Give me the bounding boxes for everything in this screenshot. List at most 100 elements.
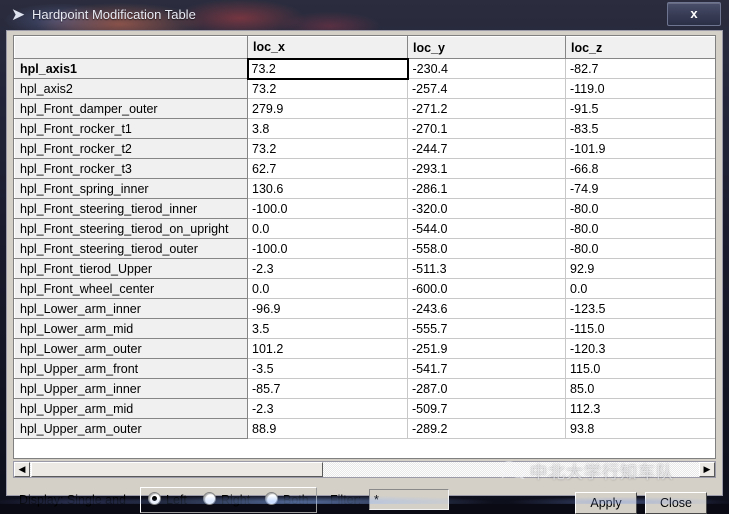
apply-button[interactable]: Apply bbox=[575, 492, 637, 514]
cell-loc-z[interactable]: -66.8 bbox=[565, 158, 715, 179]
cell-loc-x[interactable]: -96.9 bbox=[247, 298, 408, 319]
cell-loc-z[interactable]: -83.5 bbox=[565, 118, 715, 139]
cell-loc-z[interactable]: 115.0 bbox=[565, 358, 715, 379]
cell-loc-y[interactable]: -544.0 bbox=[407, 218, 566, 239]
cell-loc-x[interactable]: -2.3 bbox=[247, 258, 408, 279]
radio-option-right[interactable]: Right bbox=[203, 492, 250, 509]
cell-loc-x[interactable]: -100.0 bbox=[247, 198, 408, 219]
cell-loc-y[interactable]: -244.7 bbox=[407, 138, 566, 159]
row-name-cell[interactable]: hpl_Front_tierod_Upper bbox=[14, 258, 248, 279]
cell-loc-y[interactable]: -270.1 bbox=[407, 118, 566, 139]
cell-loc-x[interactable]: -3.5 bbox=[247, 358, 408, 379]
cell-loc-y[interactable]: -257.4 bbox=[407, 78, 566, 99]
table-row[interactable]: hpl_Upper_arm_front -3.5 -541.7 115.0 bbox=[14, 358, 715, 379]
row-name-cell[interactable]: hpl_Upper_arm_mid bbox=[14, 398, 248, 419]
cell-loc-z[interactable]: 0.0 bbox=[565, 278, 715, 299]
filter-input[interactable] bbox=[369, 489, 449, 510]
table-row[interactable]: hpl_Front_rocker_t1 3.8 -270.1 -83.5 bbox=[14, 118, 715, 139]
row-name-cell[interactable]: hpl_Front_steering_tierod_outer bbox=[14, 238, 248, 259]
cell-loc-x[interactable]: 0.0 bbox=[247, 278, 408, 299]
cell-loc-y[interactable]: -558.0 bbox=[407, 238, 566, 259]
table-row[interactable]: hpl_Front_wheel_center 0.0 -600.0 0.0 bbox=[14, 278, 715, 299]
cell-loc-z[interactable]: -115.0 bbox=[565, 318, 715, 339]
scroll-left-arrow-icon[interactable]: ◀ bbox=[14, 462, 30, 477]
table-row[interactable]: hpl_Front_steering_tierod_on_upright 0.0-… bbox=[14, 218, 715, 239]
cell-loc-y[interactable]: -230.4 bbox=[407, 58, 566, 79]
table-row[interactable]: hpl_Upper_arm_inner -85.7 -287.0 85.0 bbox=[14, 378, 715, 399]
cell-loc-x[interactable]: 130.6 bbox=[247, 178, 408, 199]
row-name-cell[interactable]: hpl_Front_damper_outer bbox=[14, 98, 248, 119]
cell-loc-y[interactable]: -287.0 bbox=[407, 378, 566, 399]
table-row[interactable]: hpl_Front_rocker_t2 73.2 -244.7 -101.9 bbox=[14, 138, 715, 159]
table-row[interactable]: hpl_Front_steering_tierod_outer -100.0 -55… bbox=[14, 238, 715, 259]
cell-loc-z[interactable]: -91.5 bbox=[565, 98, 715, 119]
cell-loc-y[interactable]: -555.7 bbox=[407, 318, 566, 339]
cell-loc-y[interactable]: -271.2 bbox=[407, 98, 566, 119]
table-row[interactable]: hpl_Upper_arm_outer 88.9 -289.2 93.8 bbox=[14, 418, 715, 439]
cell-loc-x[interactable]: 0.0 bbox=[247, 218, 408, 239]
cell-loc-z[interactable]: -101.9 bbox=[565, 138, 715, 159]
row-name-cell[interactable]: hpl_Front_rocker_t1 bbox=[14, 118, 248, 139]
cell-loc-z[interactable]: -123.5 bbox=[565, 298, 715, 319]
cell-loc-y[interactable]: -511.3 bbox=[407, 258, 566, 279]
cell-loc-x[interactable]: -100.0 bbox=[247, 238, 408, 259]
cell-loc-y[interactable]: -289.2 bbox=[407, 418, 566, 439]
cell-loc-x[interactable]: 101.2 bbox=[247, 338, 408, 359]
column-header-loc-x[interactable]: loc_x bbox=[247, 36, 408, 59]
cell-loc-z[interactable]: 112.3 bbox=[565, 398, 715, 419]
table-row[interactable]: hpl_Front_spring_inner 130.6 -286.1 -74.9 bbox=[14, 178, 715, 199]
cell-loc-z[interactable]: -80.0 bbox=[565, 218, 715, 239]
window-close-button[interactable]: x bbox=[667, 2, 721, 26]
cell-loc-z[interactable]: 92.9 bbox=[565, 258, 715, 279]
table-row[interactable]: hpl_axis1 73.2 -230.4 -82.7 bbox=[14, 57, 715, 80]
radio-option-left[interactable]: Left bbox=[148, 492, 187, 509]
cell-loc-z[interactable]: -82.7 bbox=[565, 58, 715, 79]
cell-loc-z[interactable]: 85.0 bbox=[565, 378, 715, 399]
row-name-cell[interactable]: hpl_Upper_arm_front bbox=[14, 358, 248, 379]
row-name-cell[interactable]: hpl_axis1 bbox=[14, 58, 248, 79]
cell-loc-y[interactable]: -243.6 bbox=[407, 298, 566, 319]
radio-option-both[interactable]: Both bbox=[265, 492, 309, 509]
cell-loc-z[interactable]: -80.0 bbox=[565, 238, 715, 259]
cell-loc-x[interactable]: 62.7 bbox=[247, 158, 408, 179]
column-header-loc-z[interactable]: loc_z bbox=[565, 36, 715, 59]
cell-loc-x[interactable]: 73.2 bbox=[247, 138, 408, 159]
row-name-cell[interactable]: hpl_Front_rocker_t2 bbox=[14, 138, 248, 159]
close-button[interactable]: Close bbox=[645, 492, 707, 514]
row-name-cell[interactable]: hpl_Upper_arm_outer bbox=[14, 418, 248, 439]
row-name-cell[interactable]: hpl_Lower_arm_inner bbox=[14, 298, 248, 319]
cell-loc-x[interactable]: 279.9 bbox=[247, 98, 408, 119]
cell-loc-x[interactable]: -85.7 bbox=[247, 378, 408, 399]
scrollbar-thumb[interactable] bbox=[31, 462, 323, 477]
row-name-cell[interactable]: hpl_Lower_arm_outer bbox=[14, 338, 248, 359]
row-name-cell[interactable]: hpl_axis2 bbox=[14, 78, 248, 99]
cell-loc-z[interactable]: -80.0 bbox=[565, 198, 715, 219]
row-name-cell[interactable]: hpl_Upper_arm_inner bbox=[14, 378, 248, 399]
table-row[interactable]: hpl_Upper_arm_mid -2.3 -509.7 112.3 bbox=[14, 398, 715, 419]
table-row[interactable]: hpl_Lower_arm_inner -96.9 -243.6 -123.5 bbox=[14, 298, 715, 319]
cell-loc-y[interactable]: -286.1 bbox=[407, 178, 566, 199]
cell-loc-y[interactable]: -293.1 bbox=[407, 158, 566, 179]
table-row[interactable]: hpl_Lower_arm_mid 3.5 -555.7 -115.0 bbox=[14, 318, 715, 339]
cell-loc-x[interactable]: 73.2 bbox=[247, 78, 408, 99]
cell-loc-y[interactable]: -600.0 bbox=[407, 278, 566, 299]
row-name-cell[interactable]: hpl_Front_steering_tierod_inner bbox=[14, 198, 248, 219]
table-row[interactable]: hpl_Lower_arm_outer 101.2 -251.9 -120.3 bbox=[14, 338, 715, 359]
table-row[interactable]: hpl_Front_steering_tierod_inner -100.0 -32… bbox=[14, 198, 715, 219]
scroll-right-arrow-icon[interactable]: ▶ bbox=[699, 462, 715, 477]
cell-loc-y[interactable]: -320.0 bbox=[407, 198, 566, 219]
hardpoint-table-panel[interactable]: loc_x loc_y loc_z hpl_axis1 73.2 -230.4 -82… bbox=[13, 35, 716, 459]
cell-loc-x[interactable]: 3.5 bbox=[247, 318, 408, 339]
row-name-cell[interactable]: hpl_Front_steering_tierod_on_upright bbox=[14, 218, 248, 239]
table-row[interactable]: hpl_axis2 73.2 -257.4 -119.0 bbox=[14, 78, 715, 99]
row-name-cell[interactable]: hpl_Lower_arm_mid bbox=[14, 318, 248, 339]
row-name-cell[interactable]: hpl_Front_rocker_t3 bbox=[14, 158, 248, 179]
cell-loc-z[interactable]: -120.3 bbox=[565, 338, 715, 359]
table-row[interactable]: hpl_Front_rocker_t3 62.7 -293.1 -66.8 bbox=[14, 158, 715, 179]
cell-loc-x[interactable]: 73.2 bbox=[246, 57, 409, 80]
column-header-loc-y[interactable]: loc_y bbox=[407, 36, 566, 59]
row-name-cell[interactable]: hpl_Front_wheel_center bbox=[14, 278, 248, 299]
cell-loc-y[interactable]: -541.7 bbox=[407, 358, 566, 379]
cell-loc-y[interactable]: -509.7 bbox=[407, 398, 566, 419]
cell-loc-x[interactable]: 3.8 bbox=[247, 118, 408, 139]
